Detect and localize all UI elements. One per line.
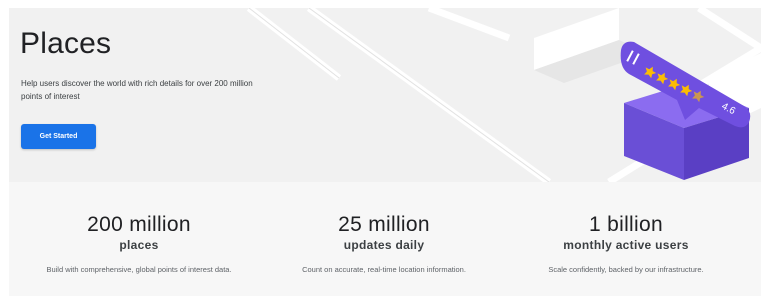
stat-description: Count on accurate, real-time location in… — [302, 265, 466, 274]
stat-description: Scale confidently, backed by our infrast… — [548, 265, 704, 274]
stat-updates: 25 million updates daily Count on accura… — [264, 182, 504, 276]
stat-label: monthly active users — [563, 238, 689, 252]
stat-users: 1 billion monthly active users Scale con… — [506, 182, 746, 276]
stat-places: 200 million places Build with comprehens… — [19, 182, 259, 276]
get-started-button[interactable]: Get Started — [21, 124, 96, 149]
stats-section: 200 million places Build with comprehens… — [9, 182, 761, 296]
stat-label: updates daily — [343, 238, 425, 252]
stat-description: Build with comprehensive, global points … — [46, 265, 232, 274]
stat-label: places — [119, 238, 159, 252]
stat-value: 1 billion — [589, 213, 663, 236]
hero-description: Help users discover the world with rich … — [21, 79, 253, 101]
hero-section: 4.6 Places Help users discover the world… — [9, 8, 761, 182]
stat-value: 25 million — [338, 213, 430, 236]
page-title: Places — [20, 27, 112, 60]
stat-value: 200 million — [87, 213, 191, 236]
